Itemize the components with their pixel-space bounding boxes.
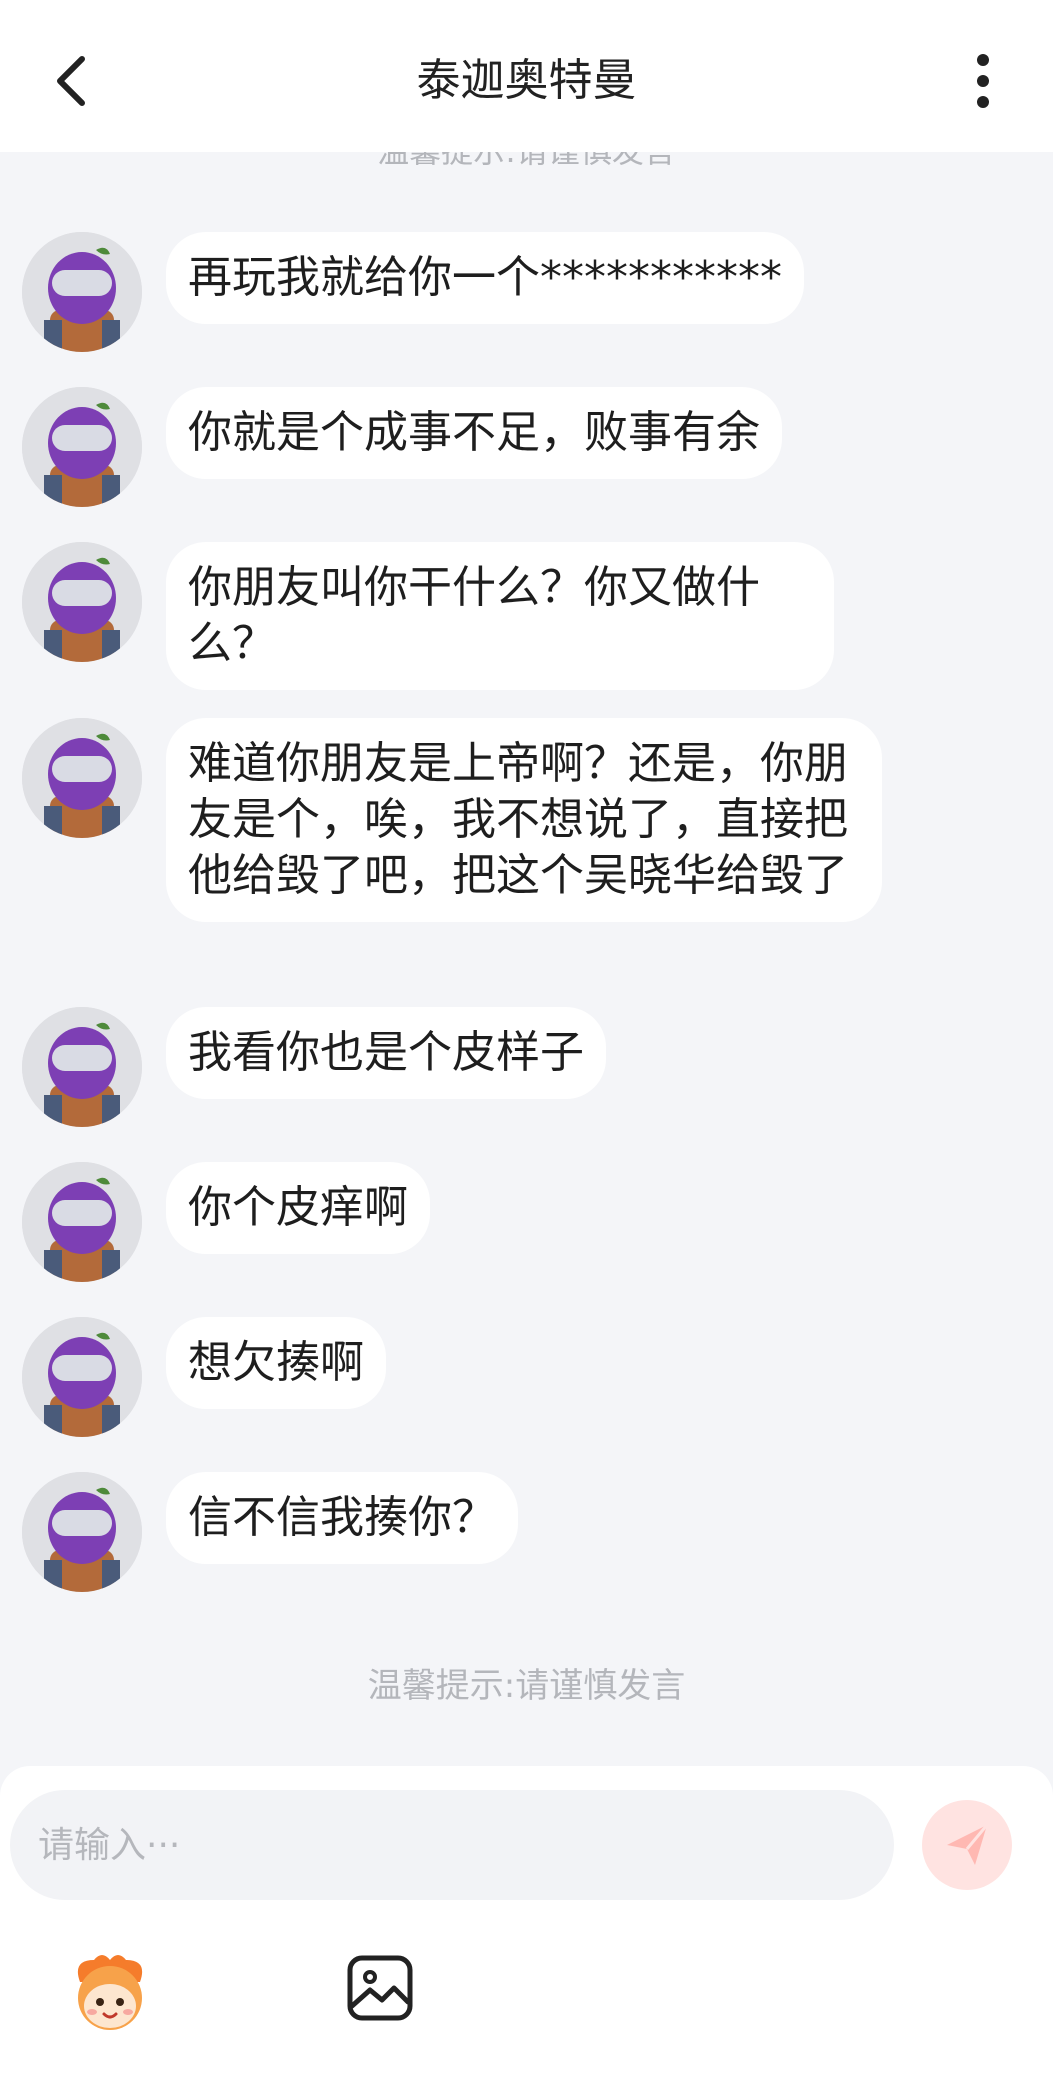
image-icon — [347, 1955, 413, 2021]
emoji-sticker-button[interactable] — [66, 1948, 154, 2036]
avatar[interactable] — [22, 1472, 142, 1592]
warning-tip-bottom: 温馨提示:请谨慎发言 — [367, 1666, 686, 1706]
message-item: 再玩我就给你一个*********** — [22, 232, 804, 352]
composer-bar — [0, 1766, 1053, 2077]
avatar[interactable] — [22, 542, 142, 662]
avatar[interactable] — [22, 387, 142, 507]
message-item: 你个皮痒啊 — [22, 1162, 430, 1282]
image-picker-button[interactable] — [344, 1952, 416, 2024]
message-input[interactable] — [10, 1790, 894, 1900]
message-bubble[interactable]: 你个皮痒啊 — [166, 1162, 430, 1254]
avatar[interactable] — [22, 1162, 142, 1282]
message-bubble[interactable]: 信不信我揍你？ — [166, 1472, 518, 1564]
message-bubble[interactable]: 我看你也是个皮样子 — [166, 1007, 606, 1099]
avatar[interactable] — [22, 718, 142, 838]
message-bubble[interactable]: 难道你朋友是上帝啊？还是，你朋友是个，唉，我不想说了，直接把他给毁了吧，把这个吴… — [166, 718, 882, 922]
message-item: 你朋友叫你干什么？你又做什么？ — [22, 542, 834, 690]
more-vertical-icon — [977, 54, 989, 108]
avatar[interactable] — [22, 232, 142, 352]
message-item: 难道你朋友是上帝啊？还是，你朋友是个，唉，我不想说了，直接把他给毁了吧，把这个吴… — [22, 718, 882, 922]
message-item: 我看你也是个皮样子 — [22, 1007, 606, 1127]
message-bubble[interactable]: 再玩我就给你一个*********** — [166, 232, 804, 324]
top-bar: 泰迦奥特曼 — [0, 0, 1053, 152]
message-bubble[interactable]: 你就是个成事不足，败事有余 — [166, 387, 782, 479]
chat-title: 泰迦奥特曼 — [416, 55, 637, 106]
message-bubble[interactable]: 想欠揍啊 — [166, 1317, 386, 1409]
message-item: 想欠揍啊 — [22, 1317, 386, 1437]
paper-plane-icon — [947, 1824, 989, 1865]
avatar[interactable] — [22, 1317, 142, 1437]
emoji-sticker-icon — [77, 1955, 143, 2030]
send-button[interactable] — [922, 1800, 1012, 1890]
avatar[interactable] — [22, 1007, 142, 1127]
message-bubble[interactable]: 你朋友叫你干什么？你又做什么？ — [166, 542, 834, 690]
more-options-button[interactable] — [953, 46, 1013, 116]
message-item: 信不信我揍你？ — [22, 1472, 518, 1592]
message-item: 你就是个成事不足，败事有余 — [22, 387, 782, 507]
